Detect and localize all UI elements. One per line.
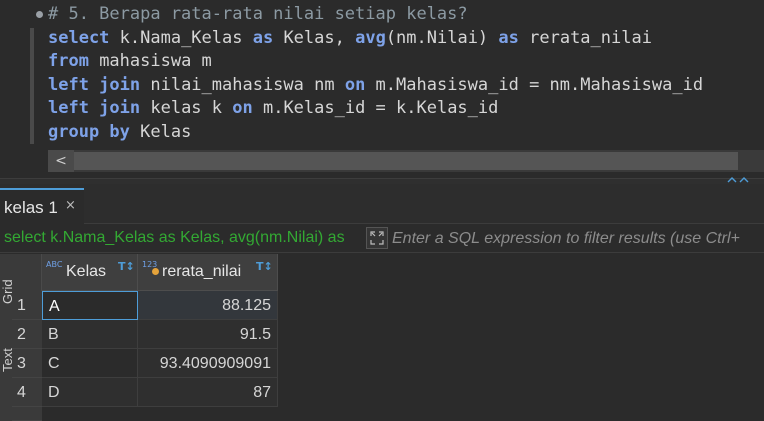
sql-text: kelas k — [140, 98, 233, 118]
sql-text: (nm.Nilai) — [385, 27, 499, 48]
cell-rerata-nilai[interactable]: 91.5 — [138, 320, 278, 349]
tab-kelas-1[interactable]: kelas 1 × — [0, 188, 84, 224]
code-line[interactable]: from mahasiswa m — [48, 50, 703, 74]
filter-input[interactable] — [390, 227, 764, 251]
sql-keyword: on — [232, 98, 253, 118]
sql-text: Kelas, — [273, 27, 356, 48]
table-row[interactable]: 3 C 93.4090909091 — [12, 349, 278, 378]
sort-icon[interactable]: T↕ — [256, 260, 273, 273]
sql-keyword: as — [498, 27, 519, 48]
text-type-icon: ABC — [46, 260, 63, 269]
sql-keyword: left join — [48, 98, 141, 118]
fold-marker-icon[interactable] — [36, 11, 43, 18]
scroll-left-icon[interactable]: < — [48, 150, 74, 172]
sql-keyword: on — [344, 74, 366, 95]
cell-kelas[interactable]: C — [42, 349, 138, 378]
cell-rerata-nilai[interactable]: 87 — [138, 378, 278, 407]
empty-row — [12, 407, 278, 421]
sql-text: mahasiswa m — [88, 51, 212, 71]
row-number: 4 — [12, 378, 42, 407]
row-number — [12, 407, 42, 421]
row-number-header[interactable] — [12, 254, 42, 291]
collapse-arrows-icon[interactable] — [726, 176, 760, 183]
table-row[interactable]: 1 A 88.125 — [12, 291, 278, 320]
grid-header-row: ABC Kelas T↕ 123 rerata_nilai T↕ — [12, 254, 278, 291]
side-panel-tabs: Grid Text — [0, 254, 12, 421]
sql-comment: # 5. Berapa rata-rata nilai setiap kelas… — [48, 4, 468, 24]
sql-keyword: as — [252, 27, 274, 48]
sql-keyword: left join — [48, 74, 141, 95]
result-grid[interactable]: ABC Kelas T↕ 123 rerata_nilai T↕ 1 A 88.… — [12, 254, 764, 421]
row-number: 1 — [12, 291, 42, 320]
sql-keyword: group by — [48, 121, 130, 142]
column-header-rerata-nilai[interactable]: 123 rerata_nilai T↕ — [138, 254, 278, 291]
sql-text: m.Kelas_id = k.Kelas_id — [252, 98, 499, 118]
sql-keyword: avg — [355, 27, 386, 48]
sql-keyword: select — [48, 27, 110, 48]
sql-editor[interactable]: # 5. Berapa rata-rata nilai setiap kelas… — [0, 0, 764, 178]
expand-filter-icon[interactable] — [366, 227, 388, 249]
code-line[interactable]: group by Kelas — [48, 121, 703, 145]
sql-text: Kelas — [129, 121, 192, 142]
table-row[interactable]: 4 D 87 — [12, 378, 278, 407]
sort-icon[interactable]: T↕ — [118, 260, 135, 273]
cell-kelas[interactable]: A — [42, 291, 138, 320]
query-text: select k.Nama_Kelas as Kelas, avg(nm.Nil… — [4, 229, 345, 246]
scrollbar-thumb[interactable] — [74, 152, 738, 170]
code-line[interactable]: left join nilai_mahasiswa nm on m.Mahasi… — [48, 74, 703, 98]
editor-horizontal-scrollbar[interactable]: < — [48, 150, 764, 172]
sql-code[interactable]: # 5. Berapa rata-rata nilai setiap kelas… — [48, 3, 703, 144]
code-line[interactable]: # 5. Berapa rata-rata nilai setiap kelas… — [48, 3, 703, 27]
filter-bar: select k.Nama_Kelas as Kelas, avg(nm.Nil… — [0, 225, 764, 253]
sql-text: rerata_nilai — [518, 27, 652, 48]
column-name: rerata_nilai — [162, 263, 242, 280]
code-line[interactable]: select k.Nama_Kelas as Kelas, avg(nm.Nil… — [48, 27, 703, 51]
statement-gutter-bar — [30, 28, 34, 144]
cell-rerata-nilai[interactable]: 93.4090909091 — [138, 349, 278, 378]
row-number: 3 — [12, 349, 42, 378]
cell-rerata-nilai[interactable]: 88.125 — [138, 291, 278, 320]
sql-text: k.Nama_Kelas — [109, 27, 253, 48]
close-icon[interactable]: × — [65, 198, 76, 213]
column-name: Kelas — [66, 263, 107, 280]
sql-text: m.Mahasiswa_id = nm.Mahasiswa_id — [365, 74, 704, 95]
sql-text: nilai_mahasiswa nm — [140, 74, 345, 95]
cell-kelas[interactable]: D — [42, 378, 138, 407]
key-dot-icon — [152, 268, 159, 275]
results-tabbar: kelas 1 × — [0, 184, 764, 224]
cell-kelas[interactable]: B — [42, 320, 138, 349]
code-line[interactable]: left join kelas k on m.Kelas_id = k.Kela… — [48, 97, 703, 121]
tab-label: kelas 1 — [4, 198, 58, 217]
sql-keyword: from — [48, 51, 89, 71]
tab-text[interactable]: Text — [0, 332, 12, 372]
tab-grid[interactable]: Grid — [0, 254, 12, 304]
table-row[interactable]: 2 B 91.5 — [12, 320, 278, 349]
row-number: 2 — [12, 320, 42, 349]
column-header-kelas[interactable]: ABC Kelas T↕ — [42, 254, 138, 291]
